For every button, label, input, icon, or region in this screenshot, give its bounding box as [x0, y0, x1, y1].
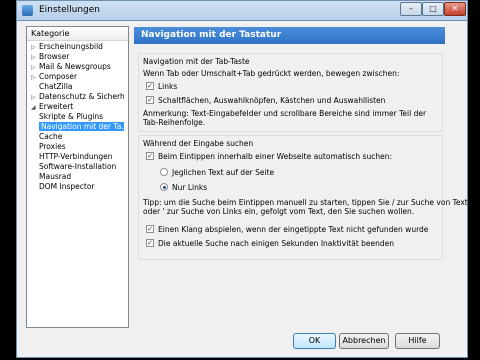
tree-item-label: Erweitert: [39, 102, 74, 111]
tree-item-label: Software-Installation: [39, 162, 117, 171]
tree-item[interactable]: Software-Installation: [39, 162, 124, 172]
tree-item-label: Proxies: [39, 142, 66, 151]
tree-header: Kategorie: [27, 27, 128, 41]
group-caption-tab-navigation: Navigation mit der Tab-Taste: [143, 57, 250, 66]
maximize-button[interactable]: □: [422, 2, 444, 16]
cancel-button[interactable]: Abbrechen: [339, 333, 389, 349]
note-line-1: Anmerkung: Text-Eingabefelder und scroll…: [143, 109, 427, 118]
tree-item-label: Mausrad: [39, 172, 72, 181]
app-icon: [22, 5, 33, 16]
autosearch-label[interactable]: Beim Eintippen innerhalb einer Webseite …: [158, 152, 392, 161]
tree-item-label: Erscheinungsbild: [39, 42, 103, 51]
tip-line-1: Tipp: um die Suche beim Eintippen manuel…: [143, 198, 468, 207]
tree-twisty-icon[interactable]: ▷: [31, 53, 39, 62]
tree-item[interactable]: ▷Datenschutz & Sicherheit: [31, 92, 124, 102]
minimize-button[interactable]: –: [400, 2, 422, 16]
tree-item-label: ChatZilla: [39, 82, 73, 91]
tree-twisty-icon[interactable]: ▷: [31, 63, 39, 72]
tree-item-label: Skripte & Plugins: [39, 112, 104, 121]
close-button[interactable]: ✕: [444, 2, 466, 16]
tree-twisty-icon[interactable]: ◢: [31, 103, 39, 112]
tree-item-label: HTTP-Verbindungen: [39, 152, 113, 161]
tree-twisty-icon[interactable]: ▷: [31, 93, 39, 102]
tree-item[interactable]: Navigation mit der Ta...: [39, 122, 124, 132]
tree-item[interactable]: ▷ Composer: [31, 72, 124, 82]
radio-all-text[interactable]: [160, 168, 168, 176]
radio-selected-dot: [162, 185, 166, 189]
sound-checkbox[interactable]: ✓: [146, 225, 154, 233]
tab-navigation-description: Wenn Tab oder Umschalt+Tab gedrückt werd…: [143, 69, 400, 78]
tree-item-label: Cache: [39, 132, 63, 141]
category-tree[interactable]: Kategorie ▷ Erscheinungsbild ▷ Browser ▷ Mail…: [26, 26, 129, 328]
tree-item[interactable]: Proxies: [39, 142, 124, 152]
window-title: Einstellungen: [39, 5, 101, 15]
help-button[interactable]: Hilfe: [395, 333, 440, 349]
radio-links-only[interactable]: [160, 183, 168, 191]
autosearch-checkbox[interactable]: ✓: [146, 152, 154, 160]
tree-item-label: Mail & Newsgroups: [39, 62, 111, 71]
tree-twisty-icon[interactable]: ▷: [31, 43, 39, 52]
note-line-2: Tab-Reihenfolge.: [143, 118, 206, 127]
title-bar[interactable]: Einstellungen – □ ✕: [16, 0, 468, 20]
dialog-body: Kategorie ▷ Erscheinungsbild ▷ Browser ▷ Mail…: [16, 20, 468, 358]
timeout-checkbox[interactable]: ✓: [146, 239, 154, 247]
sound-label[interactable]: Einen Klang abspielen, wenn der eingetip…: [158, 225, 428, 234]
tree-item[interactable]: ◢ Erweitert: [31, 102, 124, 112]
links-label[interactable]: Links: [158, 82, 177, 91]
tree-item[interactable]: ▷ Browser: [31, 52, 124, 62]
tree-item-label: Navigation mit der Ta...: [39, 122, 124, 131]
tree-item-label: DOM Inspector: [39, 182, 95, 191]
tree-item[interactable]: DOM Inspector: [39, 182, 124, 192]
tree-item-label: Datenschutz & Sicherheit: [39, 92, 124, 101]
tip-line-2: oder ' zur Suche von Links ein, gefolgt …: [143, 207, 415, 216]
tree-item[interactable]: Mausrad: [39, 172, 124, 182]
tree-item[interactable]: ChatZilla: [31, 82, 124, 92]
timeout-label[interactable]: Die aktuelle Suche nach einigen Sekunden…: [158, 239, 394, 248]
radio-all-text-label[interactable]: Jeglichen Text auf der Seite: [172, 168, 274, 177]
form-elements-label[interactable]: Schaltflächen, Auswahlknöpfen, Kästchen …: [158, 96, 385, 105]
radio-links-only-label[interactable]: Nur Links: [172, 183, 207, 192]
pane-title: Navigation mit der Tastatur: [134, 27, 445, 44]
tree-item-label: Composer: [39, 72, 78, 81]
tree-twisty-icon[interactable]: ▷: [31, 73, 39, 82]
tree-item-label: Browser: [39, 52, 70, 61]
links-checkbox[interactable]: ✓: [146, 82, 154, 90]
tree-item[interactable]: ▷ Mail & Newsgroups: [31, 62, 124, 72]
form-elements-checkbox[interactable]: ✓: [146, 96, 154, 104]
tree-item[interactable]: Skripte & Plugins: [39, 112, 124, 122]
tree-item[interactable]: Cache: [39, 132, 124, 142]
tree-item[interactable]: HTTP-Verbindungen: [39, 152, 124, 162]
group-caption-find-as-you-type: Während der Eingabe suchen: [143, 139, 254, 148]
tree-item[interactable]: ▷ Erscheinungsbild: [31, 42, 124, 52]
preferences-window: Einstellungen – □ ✕ Kategorie ▷ Erscheinu…: [0, 0, 480, 360]
ok-button[interactable]: OK: [293, 333, 336, 349]
